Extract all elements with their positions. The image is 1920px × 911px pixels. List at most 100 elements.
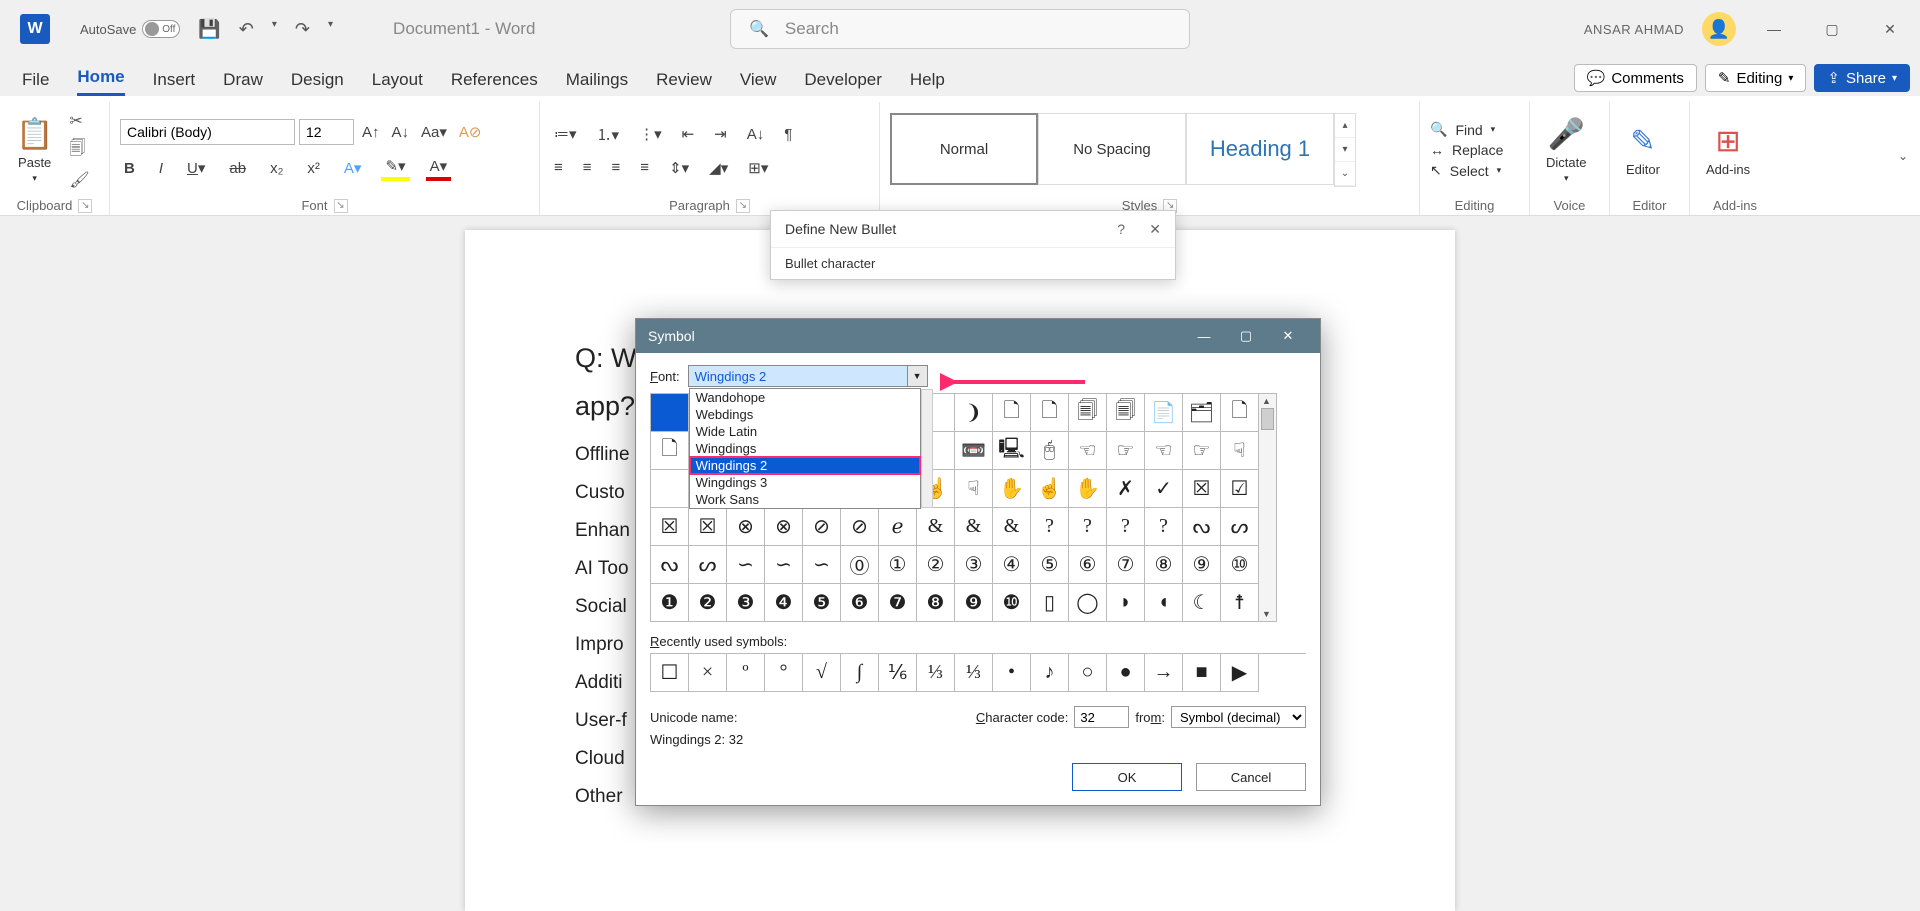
recent-symbol-cell[interactable]: →: [1145, 654, 1183, 692]
recent-symbols-row[interactable]: ☐×º°√∫⅙⅓⅓•♪○●→■▶: [650, 653, 1306, 692]
shrink-font-icon[interactable]: A↓: [388, 122, 414, 143]
dropdown-scrollbar[interactable]: [921, 389, 933, 508]
symbol-cell[interactable]: ✓: [1145, 470, 1183, 508]
symbol-cell[interactable]: ⑤: [1031, 546, 1069, 584]
symbol-cell[interactable]: ☜: [1069, 432, 1107, 470]
font-option[interactable]: Wingdings 3: [690, 474, 920, 491]
symbol-cell[interactable]: 🖳: [993, 432, 1031, 470]
sort-icon[interactable]: A↓: [743, 122, 769, 147]
highlight-icon[interactable]: ✎▾: [381, 155, 409, 181]
symbol-cell[interactable]: ⑦: [1107, 546, 1145, 584]
symbol-cell[interactable]: ∽: [727, 546, 765, 584]
user-name[interactable]: ANSAR AHMAD: [1584, 22, 1684, 37]
symbol-cell[interactable]: 📄: [1145, 394, 1183, 432]
font-option[interactable]: Wide Latin: [690, 423, 920, 440]
justify-icon[interactable]: ≡: [636, 157, 653, 179]
symbol-cell[interactable]: 🗐: [1069, 394, 1107, 432]
symbol-cell[interactable]: ❹: [765, 584, 803, 622]
symbol-cell[interactable]: ᔕ: [689, 546, 727, 584]
recent-symbol-cell[interactable]: ⅙: [879, 654, 917, 692]
font-color-icon[interactable]: A▾: [426, 155, 452, 181]
symbol-cell[interactable]: ⊘: [841, 508, 879, 546]
symbol-cell[interactable]: ✗: [1107, 470, 1145, 508]
tab-file[interactable]: File: [22, 70, 49, 96]
maximize-button[interactable]: ▢: [1812, 9, 1852, 49]
symbol-cell[interactable]: ◯: [1069, 584, 1107, 622]
symbol-cell[interactable]: 🗋: [651, 432, 689, 470]
select-button[interactable]: ↖Select▾: [1430, 162, 1503, 179]
tab-design[interactable]: Design: [291, 70, 344, 96]
tab-layout[interactable]: Layout: [372, 70, 423, 96]
decrease-indent-icon[interactable]: ⇤: [678, 122, 699, 147]
symbol-cell[interactable]: ②: [917, 546, 955, 584]
minimize-button[interactable]: —: [1754, 9, 1794, 49]
symbol-cell[interactable]: ⑩: [1221, 546, 1259, 584]
undo-dropdown-icon[interactable]: ▾: [272, 19, 277, 40]
cancel-button[interactable]: Cancel: [1196, 763, 1306, 791]
symbol-cell[interactable]: ⑨: [1183, 546, 1221, 584]
recent-symbol-cell[interactable]: º: [727, 654, 765, 692]
recent-symbol-cell[interactable]: ∫: [841, 654, 879, 692]
replace-button[interactable]: ↔Replace: [1430, 142, 1503, 158]
qat-more-icon[interactable]: ▾: [328, 19, 333, 40]
symbol-cell[interactable]: ❾: [955, 584, 993, 622]
style-heading-1[interactable]: Heading 1: [1186, 113, 1334, 185]
paste-button[interactable]: 📋 Paste ▾: [10, 117, 59, 184]
addins-button[interactable]: ⊞Add-ins: [1700, 124, 1756, 177]
editing-mode-button[interactable]: ✎Editing▾: [1705, 64, 1806, 92]
numbering-icon[interactable]: ⒈▾: [593, 122, 624, 147]
symbol-cell[interactable]: &: [917, 508, 955, 546]
recent-symbol-cell[interactable]: ⅓: [955, 654, 993, 692]
tab-help[interactable]: Help: [910, 70, 945, 96]
dialog-launcher-icon[interactable]: ↘: [334, 199, 348, 213]
dialog-launcher-icon[interactable]: ↘: [78, 199, 92, 213]
maximize-icon[interactable]: ▢: [1226, 321, 1266, 351]
recent-symbol-cell[interactable]: ○: [1069, 654, 1107, 692]
symbol-cell[interactable]: ❩: [955, 394, 993, 432]
shading-icon[interactable]: ◢▾: [705, 157, 732, 179]
symbol-cell[interactable]: ?: [1031, 508, 1069, 546]
symbol-cell[interactable]: 🗐: [1107, 394, 1145, 432]
recent-symbol-cell[interactable]: °: [765, 654, 803, 692]
share-button[interactable]: ⇪Share▾: [1814, 64, 1910, 92]
symbol-cell[interactable]: ⊗: [727, 508, 765, 546]
superscript-icon[interactable]: x²: [303, 158, 324, 179]
symbol-cell[interactable]: 🖰: [1031, 432, 1069, 470]
symbol-cell[interactable]: ❽: [917, 584, 955, 622]
symbol-cell[interactable]: ③: [955, 546, 993, 584]
symbol-cell[interactable]: 📼: [955, 432, 993, 470]
symbol-cell[interactable]: ❼: [879, 584, 917, 622]
recent-symbol-cell[interactable]: ×: [689, 654, 727, 692]
symbol-cell[interactable]: ⑥: [1069, 546, 1107, 584]
styles-gallery[interactable]: Normal No Spacing Heading 1 ▴▾⌄: [890, 113, 1356, 187]
symbol-cell[interactable]: ❶: [651, 584, 689, 622]
symbol-cell[interactable]: 🗂: [1183, 394, 1221, 432]
symbol-cell[interactable]: ☝: [1031, 470, 1069, 508]
recent-symbol-cell[interactable]: ●: [1107, 654, 1145, 692]
line-spacing-icon[interactable]: ⇕▾: [665, 157, 693, 179]
redo-icon[interactable]: ↷: [295, 19, 310, 40]
symbol-cell[interactable]: ☒: [1183, 470, 1221, 508]
format-painter-icon[interactable]: 🖌: [69, 170, 89, 190]
font-option[interactable]: Wandohope: [690, 389, 920, 406]
symbol-cell[interactable]: ☞: [1107, 432, 1145, 470]
recent-symbol-cell[interactable]: ⅓: [917, 654, 955, 692]
close-icon[interactable]: ✕: [1268, 321, 1308, 351]
tab-references[interactable]: References: [451, 70, 538, 96]
symbol-cell[interactable]: ☟: [1221, 432, 1259, 470]
cut-icon[interactable]: ✂: [69, 111, 89, 131]
symbol-cell[interactable]: 🗋: [993, 394, 1031, 432]
symbol-cell[interactable]: 🗋: [1031, 394, 1069, 432]
symbol-cell[interactable]: ?: [1107, 508, 1145, 546]
chevron-down-icon[interactable]: ▼: [907, 366, 927, 386]
symbol-cell[interactable]: ❻: [841, 584, 879, 622]
symbol-cell[interactable]: ❺: [803, 584, 841, 622]
bold-icon[interactable]: B: [120, 158, 139, 179]
symbol-cell[interactable]: ∽: [803, 546, 841, 584]
symbol-cell[interactable]: ☞: [1183, 432, 1221, 470]
styles-nav[interactable]: ▴▾⌄: [1334, 113, 1356, 187]
tab-review[interactable]: Review: [656, 70, 712, 96]
symbol-cell[interactable]: ▯: [1031, 584, 1069, 622]
recent-symbol-cell[interactable]: ☐: [651, 654, 689, 692]
symbol-cell[interactable]: ⓪: [841, 546, 879, 584]
